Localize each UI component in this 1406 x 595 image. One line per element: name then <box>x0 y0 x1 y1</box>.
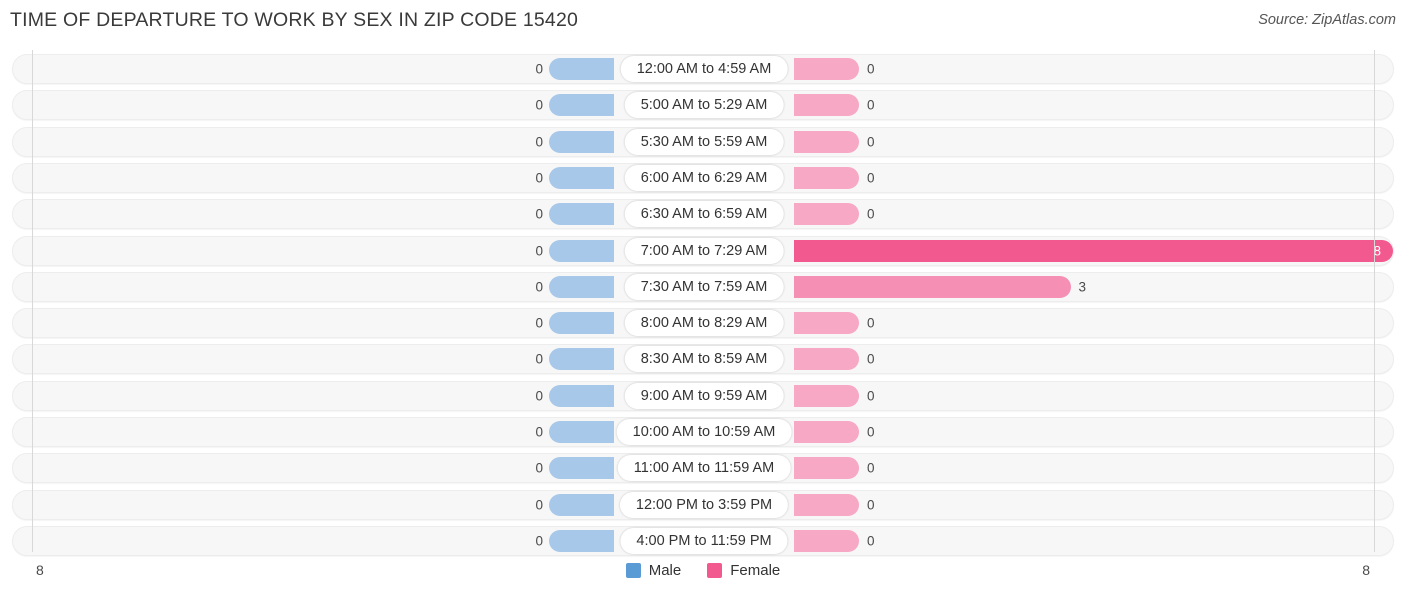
bar-female[interactable] <box>794 94 859 117</box>
legend-item-female[interactable]: Female <box>707 562 780 579</box>
bar-female[interactable] <box>794 421 859 443</box>
category-label: 8:00 AM to 8:29 AM <box>624 310 784 337</box>
table-row[interactable]: 0 8 7:00 AM to 7:29 AM <box>12 235 1394 266</box>
category-label: 7:00 AM to 7:29 AM <box>624 237 784 264</box>
category-label: 6:00 AM to 6:29 AM <box>624 164 784 191</box>
value-male: 0 <box>535 533 543 549</box>
legend-label-male: Male <box>648 562 682 579</box>
bar-female[interactable] <box>794 457 859 480</box>
bar-male[interactable] <box>549 239 614 262</box>
value-male: 0 <box>535 279 543 295</box>
bar-male[interactable] <box>549 384 614 407</box>
category-label: 12:00 AM to 4:59 AM <box>620 56 788 82</box>
table-row[interactable]: 0 0 10:00 AM to 10:59 AM <box>12 417 1394 447</box>
table-row[interactable]: 0 0 8:30 AM to 8:59 AM <box>12 344 1394 375</box>
table-row[interactable]: 0 0 5:30 AM to 5:59 AM <box>12 126 1394 157</box>
value-male: 0 <box>535 424 543 440</box>
table-row[interactable]: 0 0 9:00 AM to 9:59 AM <box>12 380 1394 411</box>
bar-female[interactable] <box>794 166 859 189</box>
axis-line-right <box>1374 50 1375 552</box>
value-female: 0 <box>867 97 875 113</box>
table-row[interactable]: 0 0 8:00 AM to 8:29 AM <box>12 308 1394 339</box>
bar-female[interactable] <box>794 58 859 80</box>
value-female: 0 <box>867 351 875 367</box>
value-male: 0 <box>535 351 543 367</box>
bar-male[interactable] <box>549 457 614 480</box>
value-male: 0 <box>535 388 543 404</box>
table-row[interactable]: 0 0 5:00 AM to 5:29 AM <box>12 90 1394 121</box>
value-female: 0 <box>867 533 875 549</box>
value-female: 0 <box>867 134 875 150</box>
category-label: 6:30 AM to 6:59 AM <box>624 201 784 228</box>
table-row[interactable]: 0 0 12:00 AM to 4:59 AM <box>12 54 1394 84</box>
value-male: 0 <box>535 497 543 513</box>
category-label: 4:00 PM to 11:59 PM <box>620 527 788 554</box>
category-label: 10:00 AM to 10:59 AM <box>616 419 792 445</box>
category-label: 7:30 AM to 7:59 AM <box>624 273 784 300</box>
legend-swatch-female-icon <box>707 563 723 578</box>
bar-male[interactable] <box>549 275 614 298</box>
table-row[interactable]: 0 0 12:00 PM to 3:59 PM <box>12 489 1394 520</box>
bar-male[interactable] <box>549 312 614 335</box>
value-female: 0 <box>867 497 875 513</box>
bar-male[interactable] <box>549 130 614 153</box>
value-female: 0 <box>867 315 875 331</box>
value-female: 0 <box>867 388 875 404</box>
value-male: 0 <box>535 61 543 77</box>
value-female: 0 <box>867 61 875 77</box>
axis-line-left <box>32 50 33 552</box>
value-male: 0 <box>535 243 543 258</box>
value-male: 0 <box>535 97 543 113</box>
value-male: 0 <box>535 134 543 150</box>
bar-male[interactable] <box>549 348 614 371</box>
category-label: 8:30 AM to 8:59 AM <box>624 346 784 373</box>
category-label: 11:00 AM to 11:59 AM <box>617 455 791 482</box>
chart-footer: 8 8 Male Female <box>0 552 1406 595</box>
bar-female[interactable] <box>794 312 859 335</box>
legend-swatch-male-icon <box>625 563 641 578</box>
bar-female[interactable] <box>794 275 1071 298</box>
bar-male[interactable] <box>549 166 614 189</box>
table-row[interactable]: 0 0 6:00 AM to 6:29 AM <box>12 162 1394 193</box>
bar-male[interactable] <box>549 58 614 80</box>
bar-female[interactable] <box>794 493 859 516</box>
bar-female[interactable] <box>794 348 859 371</box>
chart-legend: Male Female <box>0 562 1406 579</box>
value-male: 0 <box>535 206 543 222</box>
category-label: 5:30 AM to 5:59 AM <box>624 128 784 155</box>
chart-header: TIME OF DEPARTURE TO WORK BY SEX IN ZIP … <box>0 0 1406 46</box>
value-female: 0 <box>867 170 875 186</box>
value-male: 0 <box>535 170 543 186</box>
bar-male[interactable] <box>549 493 614 516</box>
bar-female[interactable] <box>794 130 859 153</box>
value-female: 0 <box>867 206 875 222</box>
bar-male[interactable] <box>549 529 614 552</box>
table-row[interactable]: 0 0 11:00 AM to 11:59 AM <box>12 453 1394 484</box>
legend-item-male[interactable]: Male <box>625 562 682 579</box>
page-title: TIME OF DEPARTURE TO WORK BY SEX IN ZIP … <box>10 9 579 31</box>
category-label: 12:00 PM to 3:59 PM <box>619 491 789 518</box>
legend-label-female: Female <box>730 562 781 579</box>
category-label: 9:00 AM to 9:59 AM <box>624 382 784 409</box>
table-row[interactable]: 0 3 7:30 AM to 7:59 AM <box>12 271 1394 302</box>
chart-plot-area: 0 0 12:00 AM to 4:59 AM 0 0 5:00 AM to 5:29 A… <box>0 46 1406 556</box>
table-row[interactable]: 0 0 6:30 AM to 6:59 AM <box>12 199 1394 230</box>
source-attribution: Source: ZipAtlas.com <box>1258 12 1396 28</box>
value-female: 3 <box>1078 279 1087 295</box>
value-female: 0 <box>867 460 875 476</box>
value-female: 0 <box>867 424 875 440</box>
bar-female[interactable] <box>794 529 859 552</box>
bar-male[interactable] <box>549 421 614 443</box>
category-label: 5:00 AM to 5:29 AM <box>624 92 784 119</box>
bar-male[interactable] <box>549 203 614 226</box>
bar-male[interactable] <box>549 94 614 117</box>
value-male: 0 <box>535 315 543 331</box>
bar-female[interactable] <box>794 203 859 226</box>
bar-female[interactable] <box>794 384 859 407</box>
bar-female[interactable]: 8 <box>794 239 1393 262</box>
value-male: 0 <box>535 460 543 476</box>
